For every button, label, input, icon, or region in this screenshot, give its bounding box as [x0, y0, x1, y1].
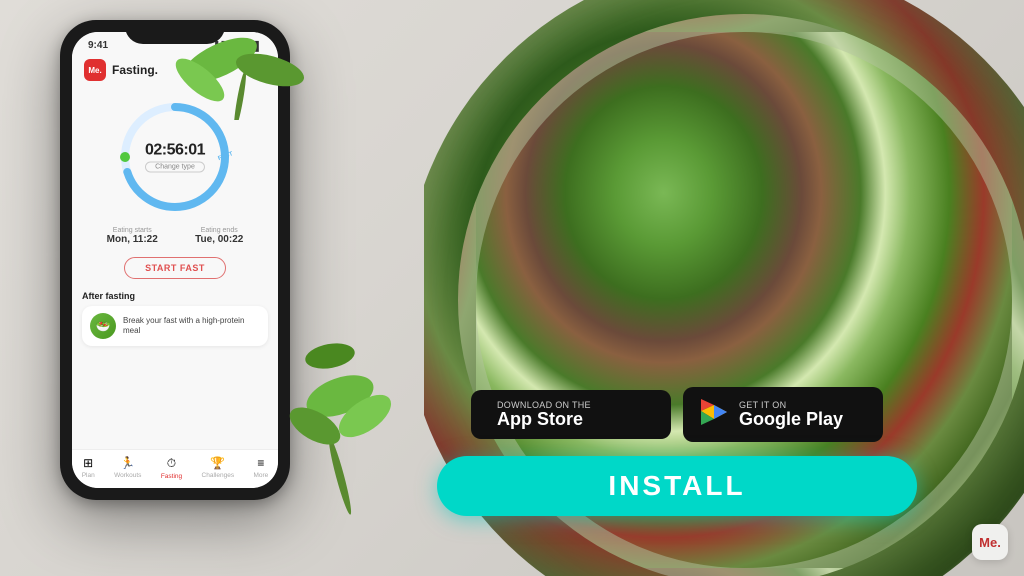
app-store-text: Download on the App Store	[497, 400, 591, 430]
start-fast-button[interactable]: START FAST	[124, 257, 226, 279]
eating-times: Eating starts Mon, 11:22 Eating ends Tue…	[72, 221, 278, 251]
google-play-button[interactable]: GET IT ON Google Play	[683, 387, 883, 442]
eating-ends-label: Eating ends	[195, 227, 243, 234]
timer-change-label[interactable]: Change type	[145, 162, 205, 173]
app-store-button[interactable]: Download on the App Store	[471, 390, 671, 440]
store-buttons-group: Download on the App Store GET IT ON Goog…	[471, 387, 883, 442]
challenges-icon: 🏆	[210, 456, 225, 470]
logo-badge: Me.	[84, 59, 106, 81]
timer-display: 02:56:01 Change type	[145, 142, 205, 173]
nav-item-fasting[interactable]: ⏱ Fasting	[161, 456, 182, 480]
nav-label-challenges: Challenges	[202, 472, 235, 479]
google-play-icon	[699, 397, 729, 432]
nav-item-plan[interactable]: ⊞ Plan	[82, 456, 95, 480]
meal-icon: 🥗	[90, 313, 116, 339]
eating-starts: Eating starts Mon, 11:22	[107, 227, 158, 245]
fasting-icon: ⏱	[167, 456, 176, 471]
after-fasting-text: Break your fast with a high-protein meal	[123, 316, 260, 337]
after-fasting-card: 🥗 Break your fast with a high-protein me…	[82, 306, 268, 346]
eating-starts-label: Eating starts	[107, 227, 158, 234]
bottom-nav: ⊞ Plan 🏃 Workouts ⏱ Fasting 🏆 Challenges…	[72, 449, 278, 488]
eating-starts-value: Mon, 11:22	[107, 234, 158, 245]
google-play-name: Google Play	[739, 410, 843, 430]
plant-decoration-left	[260, 276, 420, 516]
app-store-name: App Store	[497, 410, 591, 430]
nav-item-challenges[interactable]: 🏆 Challenges	[202, 456, 235, 480]
after-fasting-title: After fasting	[82, 291, 268, 301]
timer-time: 02:56:01	[145, 142, 205, 160]
install-button[interactable]: INSTALL	[437, 456, 917, 516]
eating-ends-value: Tue, 00:22	[195, 234, 243, 245]
nav-label-fasting: Fasting	[161, 473, 182, 480]
eating-ends: Eating ends Tue, 00:22	[195, 227, 243, 245]
after-fasting-section: After fasting 🥗 Break your fast with a h…	[72, 285, 278, 350]
status-time: 9:41	[88, 40, 108, 51]
nav-label-plan: Plan	[82, 472, 95, 479]
nav-item-workouts[interactable]: 🏃 Workouts	[114, 456, 141, 480]
me-logo-badge: Me.	[972, 524, 1008, 560]
nav-label-workouts: Workouts	[114, 472, 141, 479]
workouts-icon: 🏃	[120, 456, 135, 470]
plan-icon: ⊞	[83, 456, 93, 470]
google-play-text: GET IT ON Google Play	[739, 400, 843, 430]
actions-area: Download on the App Store GET IT ON Goog…	[390, 387, 964, 516]
